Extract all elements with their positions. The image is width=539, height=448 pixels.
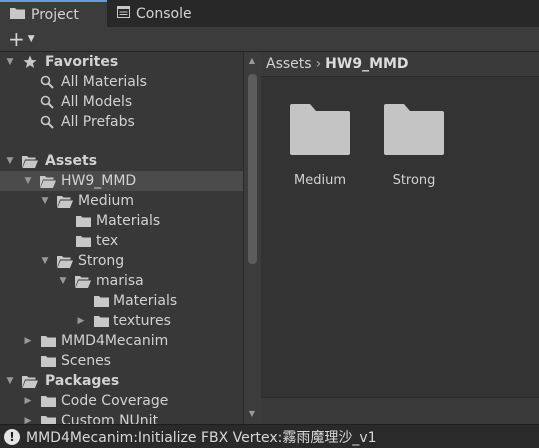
folder-icon [384, 104, 444, 159]
folder-icon [290, 104, 350, 159]
scrollbar-thumb[interactable] [248, 74, 257, 264]
search-icon [39, 115, 55, 129]
folder-icon [40, 394, 56, 408]
collapsed-caret-icon[interactable]: ▶ [23, 396, 33, 406]
plus-icon: + [8, 27, 25, 51]
tab-project[interactable]: Project [0, 0, 107, 27]
chevron-right-icon: › [315, 56, 322, 72]
expand-caret-icon[interactable]: ▼ [40, 256, 50, 266]
expand-caret-icon[interactable]: ▼ [5, 57, 15, 67]
tree-hw9-mmd[interactable]: ▼ HW9_MMD [0, 171, 243, 191]
tree-scrollbar[interactable]: ▲ ▼ [243, 52, 261, 424]
collapsed-caret-icon[interactable]: ▶ [23, 336, 33, 346]
folder-icon [40, 334, 56, 348]
tree-code-coverage[interactable]: ▶ Code Coverage [0, 391, 243, 411]
info-icon: ! [4, 428, 20, 445]
tree-marisa[interactable]: ▼ marisa [0, 271, 243, 291]
folder-open-icon [57, 254, 73, 268]
grid-folder-medium[interactable]: Medium [280, 104, 360, 199]
tree-favorite-item[interactable]: All Models [0, 92, 243, 112]
folder-icon [40, 354, 56, 368]
tree-marisa-textures[interactable]: ▶ textures [0, 311, 243, 331]
grid-item-label: Medium [294, 173, 346, 188]
tree-medium-tex[interactable]: tex [0, 231, 243, 251]
expand-caret-icon[interactable]: ▼ [23, 176, 33, 186]
tree-label: HW9_MMD [61, 173, 137, 189]
tree-label: Favorites [45, 54, 119, 70]
folder-icon [93, 294, 109, 308]
folder-icon [75, 234, 91, 248]
tree-label: Packages [45, 373, 120, 389]
expand-caret-icon[interactable]: ▼ [58, 276, 68, 286]
asset-browser-footer [261, 397, 539, 425]
expand-caret-icon[interactable]: ▼ [40, 196, 50, 206]
tab-bar: Project Console [0, 0, 539, 27]
search-icon [39, 75, 55, 89]
tree-label: MMD4Mecanim [61, 333, 169, 349]
tree-scenes[interactable]: Scenes [0, 351, 243, 371]
scroll-up-icon[interactable]: ▲ [247, 57, 257, 65]
folder-open-icon [40, 174, 56, 188]
folder-open-icon [22, 154, 38, 168]
folder-tree: ▼ Favorites All Materials All Models All… [0, 52, 243, 424]
tree-label: Medium [78, 193, 134, 209]
tree-label: All Models [61, 94, 133, 110]
tree-favorite-item[interactable]: All Materials [0, 72, 243, 92]
expand-caret-icon[interactable]: ▼ [5, 156, 15, 166]
tree-medium[interactable]: ▼ Medium [0, 191, 243, 211]
tree-mmd4mecanim[interactable]: ▶ MMD4Mecanim [0, 331, 243, 351]
tree-label: textures [113, 313, 171, 329]
breadcrumb: Assets › HW9_MMD [261, 52, 539, 77]
tree-medium-materials[interactable]: Materials [0, 211, 243, 231]
tree-strong[interactable]: ▼ Strong [0, 251, 243, 271]
scroll-down-icon[interactable]: ▼ [247, 410, 257, 418]
asset-browser: Assets › HW9_MMD Medium Strong [261, 52, 539, 397]
tree-label: Custom NUnit [61, 413, 159, 424]
create-button[interactable]: + ▼ [8, 28, 35, 50]
tree-label: Scenes [61, 353, 111, 369]
breadcrumb-current[interactable]: HW9_MMD [325, 56, 408, 72]
tab-console-label: Console [136, 5, 192, 22]
breadcrumb-assets[interactable]: Assets [266, 56, 312, 72]
tree-label: All Prefabs [61, 114, 135, 130]
tree-label: tex [96, 233, 119, 249]
console-icon [117, 5, 130, 22]
tree-label: marisa [96, 273, 144, 289]
tree-custom-nunit[interactable]: ▶ Custom NUnit [0, 411, 243, 424]
tab-project-label: Project [31, 6, 79, 23]
folder-icon [10, 7, 25, 23]
tree-label: Assets [45, 153, 98, 169]
dropdown-arrow-icon: ▼ [27, 34, 35, 44]
status-message: MMD4Mecanim:Initialize FBX Vertex:霧雨魔理沙_… [26, 429, 377, 446]
folder-icon [75, 214, 91, 228]
folder-open-icon [57, 194, 73, 208]
tree-favorite-item[interactable]: All Prefabs [0, 112, 243, 132]
tree-marisa-materials[interactable]: Materials [0, 291, 243, 311]
tab-console[interactable]: Console [107, 0, 217, 27]
tree-label: All Materials [61, 74, 147, 90]
tree-favorites[interactable]: ▼ Favorites [0, 52, 243, 72]
expand-caret-icon[interactable]: ▼ [5, 376, 15, 386]
tree-label: Materials [96, 213, 161, 229]
status-bar[interactable]: ! MMD4Mecanim:Initialize FBX Vertex:霧雨魔理… [0, 424, 539, 448]
tree-packages[interactable]: ▼ Packages [0, 371, 243, 391]
collapsed-caret-icon[interactable]: ▶ [76, 316, 86, 326]
tree-assets[interactable]: ▼ Assets [0, 151, 243, 171]
grid-item-label: Strong [392, 173, 436, 188]
folder-icon [93, 314, 109, 328]
tree-label: Strong [78, 253, 125, 269]
collapsed-caret-icon[interactable]: ▶ [23, 416, 33, 424]
tree-label: Code Coverage [61, 393, 169, 409]
tree-label: Materials [113, 293, 178, 309]
grid-folder-strong[interactable]: Strong [374, 104, 454, 199]
search-icon [39, 95, 55, 109]
folder-open-icon [22, 374, 38, 388]
project-toolbar: + ▼ [0, 27, 539, 52]
folder-icon [40, 414, 56, 424]
star-icon [22, 55, 38, 69]
folder-open-icon [75, 274, 91, 288]
